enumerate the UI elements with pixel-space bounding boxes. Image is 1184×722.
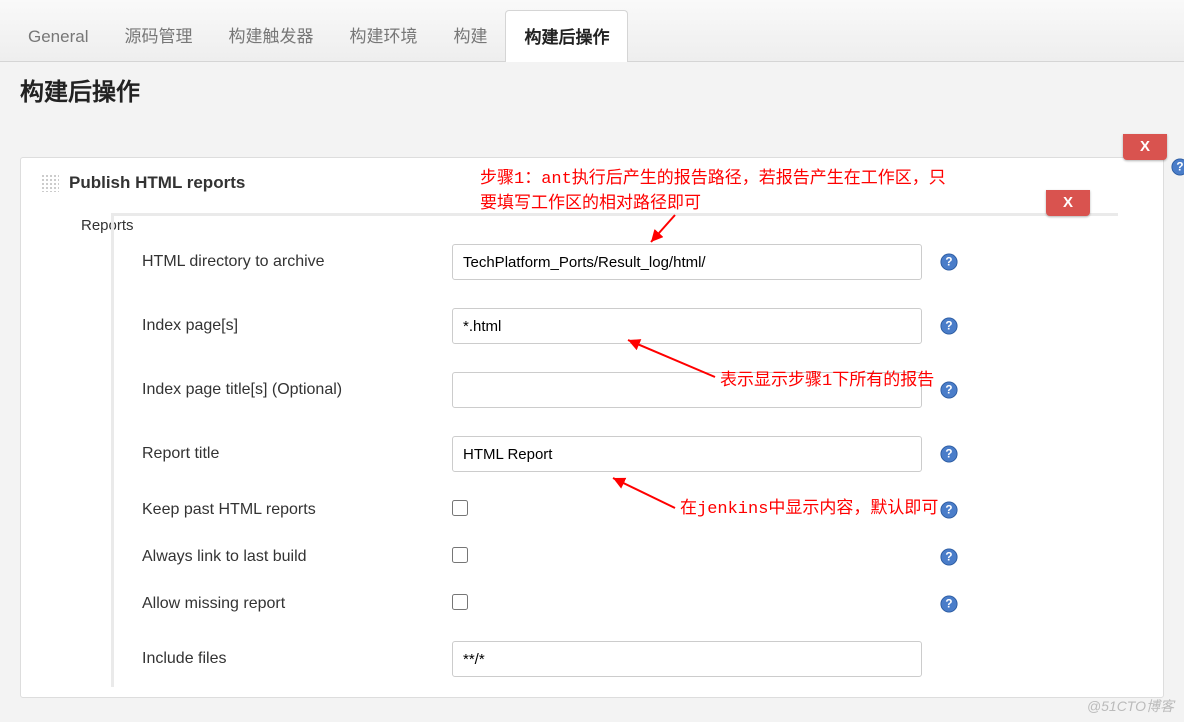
svg-text:?: ?	[945, 320, 952, 333]
index-page-input[interactable]	[452, 308, 922, 344]
index-title-label: Index page title[s] (Optional)	[142, 381, 452, 399]
svg-text:?: ?	[945, 384, 952, 397]
svg-text:?: ?	[1176, 161, 1183, 174]
svg-text:?: ?	[945, 256, 952, 269]
reports-label: Reports	[21, 213, 111, 687]
drag-handle-icon[interactable]	[41, 174, 59, 192]
html-dir-label: HTML directory to archive	[142, 253, 452, 271]
delete-step-button[interactable]: X	[1123, 134, 1167, 160]
help-icon[interactable]: ?	[940, 381, 958, 399]
help-icon[interactable]: ?	[940, 548, 958, 566]
svg-text:?: ?	[945, 503, 952, 516]
keep-past-checkbox[interactable]	[452, 500, 468, 516]
html-dir-input[interactable]	[452, 244, 922, 280]
index-page-label: Index page[s]	[142, 317, 452, 335]
delete-report-button[interactable]: X	[1046, 190, 1090, 216]
always-link-label: Always link to last build	[142, 548, 452, 566]
help-icon[interactable]: ?	[940, 501, 958, 519]
report-title-input[interactable]	[452, 436, 922, 472]
svg-text:?: ?	[945, 448, 952, 461]
section-title: 构建后操作	[0, 62, 1184, 117]
step-title: Publish HTML reports	[69, 173, 245, 193]
tab-postbuild[interactable]: 构建后操作	[505, 10, 628, 62]
include-files-label: Include files	[142, 650, 452, 668]
help-icon[interactable]: ?	[1171, 158, 1184, 179]
tab-build[interactable]: 构建	[435, 10, 505, 61]
tab-scm[interactable]: 源码管理	[106, 10, 210, 61]
watermark: @51CTO博客	[1087, 696, 1174, 716]
config-tabs: General 源码管理 构建触发器 构建环境 构建 构建后操作	[0, 0, 1184, 62]
help-icon[interactable]: ?	[940, 253, 958, 271]
report-title-label: Report title	[142, 445, 452, 463]
help-icon[interactable]: ?	[940, 595, 958, 613]
tab-triggers[interactable]: 构建触发器	[210, 10, 331, 61]
help-icon[interactable]: ?	[940, 317, 958, 335]
help-icon[interactable]: ?	[940, 445, 958, 463]
index-title-input[interactable]	[452, 372, 922, 408]
reports-panel: X HTML directory to archive ? Index page…	[111, 213, 1118, 687]
allow-missing-checkbox[interactable]	[452, 594, 468, 610]
tab-general[interactable]: General	[10, 15, 106, 61]
publish-html-step: X ? Publish HTML reports Reports X HTML …	[20, 157, 1164, 698]
svg-text:?: ?	[945, 597, 952, 610]
svg-text:?: ?	[945, 550, 952, 563]
tab-env[interactable]: 构建环境	[331, 10, 435, 61]
allow-missing-label: Allow missing report	[142, 595, 452, 613]
keep-past-label: Keep past HTML reports	[142, 501, 452, 519]
include-files-input[interactable]	[452, 641, 922, 677]
always-link-checkbox[interactable]	[452, 547, 468, 563]
